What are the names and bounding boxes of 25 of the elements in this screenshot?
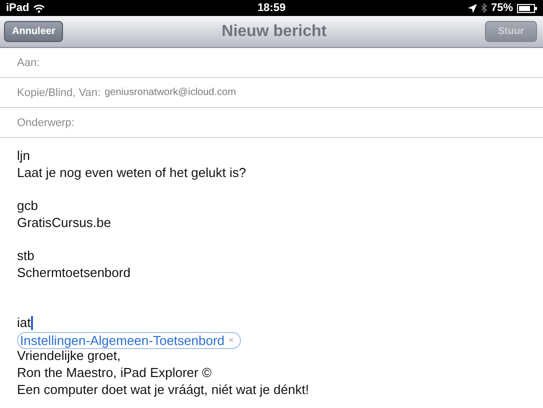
typed-word: iat xyxy=(17,314,31,332)
body-text: ljn xyxy=(17,148,30,163)
body-text: gcb xyxy=(17,198,38,214)
location-arrow-icon xyxy=(468,4,477,12)
body-text: Een computer doet wat je vráágt, niét wat je dénkt! xyxy=(17,382,309,397)
field-label: Kopie/Blind, Van: xyxy=(17,86,101,98)
field-label: Aan: xyxy=(17,56,40,68)
body-text: stb xyxy=(17,248,34,264)
cancel-button[interactable]: Annuleer xyxy=(4,21,64,42)
body-text: Schermtoetsenbord xyxy=(17,264,130,280)
wifi-icon xyxy=(33,4,46,12)
field-label: Onderwerp: xyxy=(17,116,74,128)
body-text: Vriendelijke groet, xyxy=(17,348,121,364)
body-text: Laat je nog even weten of het gelukt is? xyxy=(17,164,246,180)
battery-icon xyxy=(517,4,538,12)
clock: 18:59 xyxy=(257,2,286,14)
field-value[interactable]: geniusronatwork@icloud.com xyxy=(104,87,236,98)
battery-percentage: 75% xyxy=(490,2,514,14)
window-title: Nieuw bericht xyxy=(222,22,327,40)
body-text: Ron the Maestro, iPad Explorer © xyxy=(17,364,212,380)
body-text: GratisCursus.be xyxy=(17,214,111,230)
bluetooth-icon xyxy=(480,3,487,13)
autocorrect-suggestion[interactable]: Instellingen-Algemeen-Toetsenbord × xyxy=(17,332,241,349)
device-name: iPad xyxy=(6,2,30,14)
text-cursor xyxy=(30,316,33,330)
